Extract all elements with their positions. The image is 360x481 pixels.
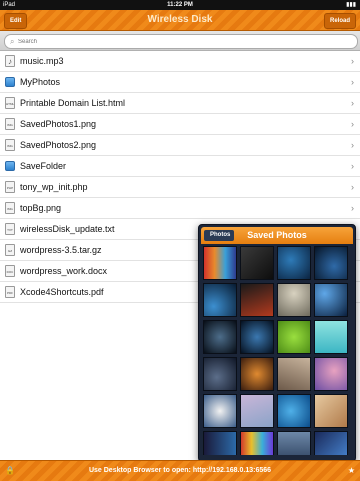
photo-thumbnail[interactable] — [203, 283, 237, 317]
file-name: tony_wp_init.php — [20, 182, 88, 192]
file-name: SavedPhotos2.png — [20, 140, 97, 150]
photo-thumbnail[interactable] — [203, 394, 237, 428]
photo-thumbnail[interactable] — [240, 246, 274, 280]
photo-thumbnail[interactable] — [314, 357, 348, 391]
file-row[interactable]: IMG SavedPhotos2.png › — [0, 135, 360, 156]
photo-thumbnail[interactable] — [240, 283, 274, 317]
photo-thumbnail[interactable] — [240, 320, 274, 354]
popover-title: Saved Photos — [247, 230, 307, 240]
file-icon: GZ — [5, 244, 15, 256]
audio-file-icon: ♪ — [5, 55, 15, 67]
file-name: Printable Domain List.html — [20, 98, 126, 108]
file-row[interactable]: PHP tony_wp_init.php › — [0, 177, 360, 198]
file-icon: IMG — [5, 202, 15, 214]
photo-thumbnail[interactable] — [277, 320, 311, 354]
status-bar: iPad 11:22 PM ▮▮▮ — [0, 0, 360, 10]
photo-thumbnail[interactable] — [203, 246, 237, 280]
photo-thumbnail[interactable] — [314, 320, 348, 354]
folder-icon — [5, 161, 15, 171]
file-row[interactable]: IMG topBg.png › — [0, 198, 360, 219]
chevron-right-icon: › — [351, 161, 354, 171]
chevron-right-icon: › — [351, 56, 354, 66]
file-name: Xcode4Shortcuts.pdf — [20, 287, 104, 297]
page-title: Wireless Disk — [147, 14, 213, 25]
battery-icon: ▮▮▮ — [346, 2, 356, 8]
search-bar: ⌕ — [0, 31, 360, 51]
file-icon: PDF — [5, 286, 15, 298]
chevron-right-icon: › — [351, 182, 354, 192]
search-box[interactable]: ⌕ — [4, 34, 358, 49]
file-icon: PHP — [5, 181, 15, 193]
file-row[interactable]: HTML Printable Domain List.html › — [0, 93, 360, 114]
file-row[interactable]: ♪ music.mp3 › — [0, 51, 360, 72]
server-address-message: Use Desktop Browser to open: http://192.… — [88, 467, 272, 474]
photo-thumbnail[interactable] — [277, 357, 311, 391]
reload-button[interactable]: Reload — [323, 13, 356, 29]
photo-thumbnail[interactable] — [314, 246, 348, 280]
file-name: wordpress_work.docx — [20, 266, 108, 276]
chevron-right-icon: › — [351, 119, 354, 129]
photo-thumbnail[interactable] — [277, 431, 311, 455]
bottom-bar: 🔒 Use Desktop Browser to open: http://19… — [0, 460, 360, 481]
photo-thumbnail[interactable] — [277, 246, 311, 280]
file-icon: DOC — [5, 265, 15, 277]
search-input[interactable] — [18, 36, 348, 47]
file-name: wordpress-3.5.tar.gz — [20, 245, 102, 255]
file-name: MyPhotos — [20, 77, 61, 87]
photo-thumbnail[interactable] — [203, 320, 237, 354]
folder-icon — [5, 77, 15, 87]
search-icon: ⌕ — [10, 37, 15, 46]
photo-thumbnail[interactable] — [240, 394, 274, 428]
file-icon: TXT — [5, 223, 15, 235]
photo-thumbnail[interactable] — [314, 283, 348, 317]
status-time: 11:22 PM — [167, 2, 193, 8]
photo-thumbnail[interactable] — [314, 431, 348, 455]
photo-thumbnail[interactable] — [240, 431, 274, 455]
file-name: music.mp3 — [20, 56, 64, 66]
chevron-right-icon: › — [351, 98, 354, 108]
chevron-right-icon: › — [351, 203, 354, 213]
saved-photos-popover: Photos Saved Photos — [198, 224, 356, 462]
file-icon: IMG — [5, 139, 15, 151]
photo-thumbnail[interactable] — [277, 283, 311, 317]
photo-thumbnail[interactable] — [203, 357, 237, 391]
file-icon: HTML — [5, 97, 15, 109]
file-name: SavedPhotos1.png — [20, 119, 97, 129]
file-name: wirelessDisk_update.txt — [20, 224, 115, 234]
photo-grid — [203, 246, 351, 455]
file-name: topBg.png — [20, 203, 62, 213]
star-icon[interactable]: ★ — [348, 461, 355, 481]
chevron-right-icon: › — [351, 77, 354, 87]
photo-thumbnail[interactable] — [240, 357, 274, 391]
file-icon: IMG — [5, 118, 15, 130]
file-row[interactable]: IMG SavedPhotos1.png › — [0, 114, 360, 135]
chevron-right-icon: › — [351, 140, 354, 150]
top-toolbar: Edit Wireless Disk Reload — [0, 10, 360, 31]
file-row[interactable]: MyPhotos › — [0, 72, 360, 93]
file-name: SaveFolder — [20, 161, 67, 171]
file-row[interactable]: SaveFolder › — [0, 156, 360, 177]
popover-header: Photos Saved Photos — [201, 227, 353, 244]
photo-thumbnail[interactable] — [203, 431, 237, 455]
photo-thumbnail[interactable] — [314, 394, 348, 428]
photo-thumbnail[interactable] — [277, 394, 311, 428]
